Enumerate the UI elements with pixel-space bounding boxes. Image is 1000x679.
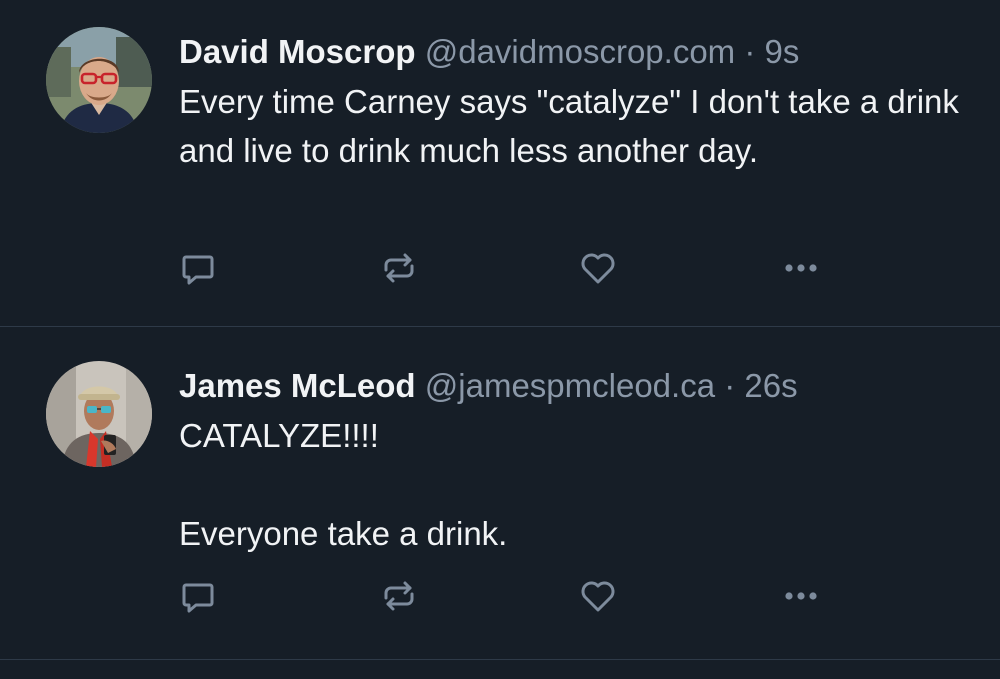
like-button[interactable] [576,246,620,290]
separator: · [724,367,736,404]
author-name[interactable]: James McLeod [179,367,416,404]
reply-button[interactable] [176,246,220,290]
timestamp[interactable]: 26s [744,367,797,404]
avatar-man-glasses-icon [46,27,152,133]
repost-icon [384,253,414,283]
more-icon [785,592,817,600]
reply-button[interactable] [176,574,220,618]
repost-icon [384,581,414,611]
post-text: CATALYZE!!!! Everyone take a drink. [179,417,508,552]
post-text: Every time Carney says "catalyze" I don'… [179,83,969,169]
author-handle[interactable]: @davidmoscrop.com [425,33,735,70]
post-body: James McLeod @jamespmcleod.ca · 26s CATA… [179,364,970,558]
reply-icon [182,255,214,285]
author-name[interactable]: David Moscrop [179,33,416,70]
post[interactable]: James McLeod @jamespmcleod.ca · 26s CATA… [0,327,1000,660]
like-icon [581,253,615,284]
author-handle[interactable]: @jamespmcleod.ca [425,367,715,404]
separator: · [744,33,756,70]
timestamp[interactable]: 9s [765,33,800,70]
feed: David Moscrop @davidmoscrop.com · 9s Eve… [0,0,1000,679]
more-icon [785,264,817,272]
avatar-man-hat-scarf-icon [46,361,152,467]
post-header: David Moscrop @davidmoscrop.com · 9s [179,30,970,74]
more-button[interactable] [779,574,823,618]
post-header: James McLeod @jamespmcleod.ca · 26s [179,364,970,408]
post-body: David Moscrop @davidmoscrop.com · 9s Eve… [179,30,970,175]
avatar[interactable] [46,27,152,133]
like-button[interactable] [576,574,620,618]
post[interactable]: David Moscrop @davidmoscrop.com · 9s Eve… [0,0,1000,327]
post-actions [0,246,1000,290]
post-actions [0,574,1000,618]
more-button[interactable] [779,246,823,290]
reply-icon [182,583,214,613]
repost-button[interactable] [377,246,421,290]
repost-button[interactable] [377,574,421,618]
avatar[interactable] [46,361,152,467]
like-icon [581,581,615,612]
